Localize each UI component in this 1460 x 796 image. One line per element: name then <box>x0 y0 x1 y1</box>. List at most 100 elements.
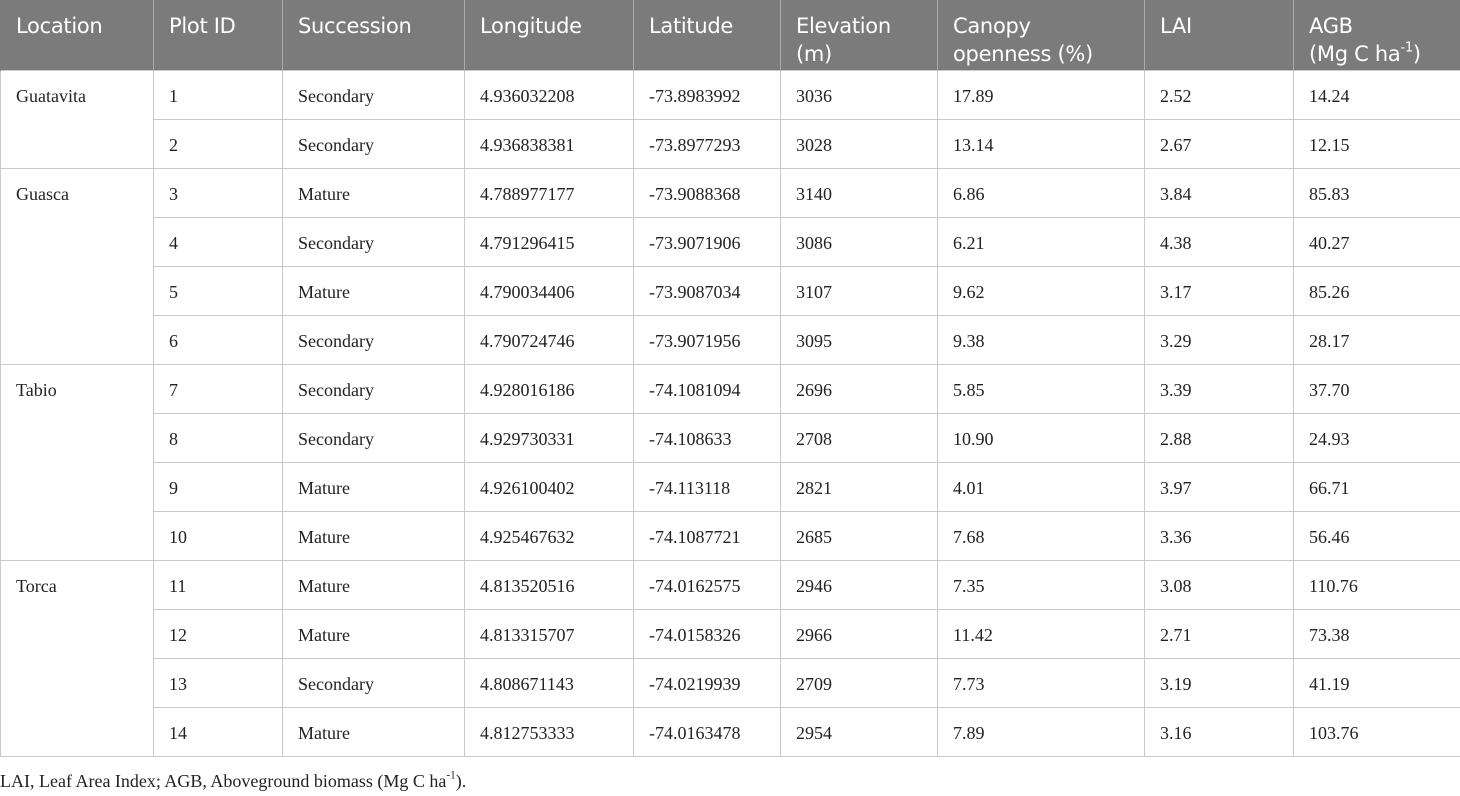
longitude-cell: 4.812753333 <box>464 706 634 757</box>
canopy-openness-cell: 4.01 <box>937 461 1145 512</box>
lai-cell: 2.88 <box>1144 412 1294 463</box>
lai-cell: 3.08 <box>1144 559 1294 610</box>
table-row: Tabio 7 Secondary 4.928016186 -74.1081094 269… <box>0 363 1460 561</box>
plot-id-cell: 11 <box>153 559 283 610</box>
plot-id-cell: 9 <box>153 461 283 512</box>
agb-cell: 40.27 <box>1293 216 1460 267</box>
latitude-cell: -74.0162575 <box>633 559 781 610</box>
succession-cell: Mature <box>282 265 465 316</box>
plot-id-cell: 7 <box>153 363 283 414</box>
canopy-openness-cell: 7.68 <box>937 510 1145 561</box>
column-header-longitude: Longitude <box>464 0 634 70</box>
column-header-canopy-openness: Canopy openness (%) <box>937 0 1145 70</box>
elevation-cell: 3095 <box>780 314 938 365</box>
plot-id-cell: 5 <box>153 265 283 316</box>
latitude-cell: -74.0219939 <box>633 657 781 708</box>
agb-cell: 66.71 <box>1293 461 1460 512</box>
location-cell: Torca <box>0 559 154 757</box>
succession-cell: Secondary <box>282 216 465 267</box>
latitude-cell: -74.108633 <box>633 412 781 463</box>
table-row: 13 Secondary 4.808671143 -74.0219939 2709 7.7… <box>1 657 1460 708</box>
header-row: Location Plot ID Succession Longitude Latitu… <box>0 0 1460 70</box>
canopy-openness-cell: 9.38 <box>937 314 1145 365</box>
header-label: Elevation <box>796 14 891 38</box>
succession-cell: Secondary <box>282 657 465 708</box>
agb-cell: 28.17 <box>1293 314 1460 365</box>
succession-cell: Mature <box>282 461 465 512</box>
succession-cell: Mature <box>282 706 465 757</box>
column-header-latitude: Latitude <box>633 0 781 70</box>
agb-cell: 103.76 <box>1293 706 1460 757</box>
succession-cell: Secondary <box>282 118 465 169</box>
lai-cell: 3.97 <box>1144 461 1294 512</box>
lai-cell: 3.19 <box>1144 657 1294 708</box>
plot-id-cell: 1 <box>153 69 283 120</box>
agb-cell: 85.83 <box>1293 167 1460 218</box>
table-row: 10 Mature 4.925467632 -74.1087721 2685 7.68 3.… <box>1 510 1460 561</box>
agb-cell: 73.38 <box>1293 608 1460 659</box>
latitude-cell: -74.113118 <box>633 461 781 512</box>
plot-id-cell: 2 <box>153 118 283 169</box>
table-row: 6 Secondary 4.790724746 -73.9071956 3095 9.38… <box>1 314 1460 365</box>
plot-id-cell: 8 <box>153 412 283 463</box>
latitude-cell: -73.9088368 <box>633 167 781 218</box>
column-header-plot-id: Plot ID <box>153 0 283 70</box>
plot-id-cell: 14 <box>153 706 283 757</box>
agb-cell: 12.15 <box>1293 118 1460 169</box>
plot-id-cell: 3 <box>153 167 283 218</box>
header-label: Canopy <box>953 14 1031 38</box>
header-unit: (m) <box>796 42 832 66</box>
latitude-cell: -74.1081094 <box>633 363 781 414</box>
elevation-cell: 3036 <box>780 69 938 120</box>
canopy-openness-cell: 6.86 <box>937 167 1145 218</box>
table-row: 4 Secondary 4.791296415 -73.9071906 3086 6.21… <box>1 216 1460 267</box>
latitude-cell: -74.1087721 <box>633 510 781 561</box>
canopy-openness-cell: 7.35 <box>937 559 1145 610</box>
longitude-cell: 4.790034406 <box>464 265 634 316</box>
table-row: 2 Secondary 4.936838381 -73.8977293 3028 13.1… <box>1 118 1460 169</box>
canopy-openness-cell: 13.14 <box>937 118 1145 169</box>
lai-cell: 3.16 <box>1144 706 1294 757</box>
longitude-cell: 4.788977177 <box>464 167 634 218</box>
header-label: Longitude <box>480 14 582 38</box>
column-header-agb: AGB (Mg C ha-1) <box>1293 0 1460 70</box>
succession-cell: Mature <box>282 167 465 218</box>
column-header-elevation: Elevation (m) <box>780 0 938 70</box>
table-row: Torca 11 Mature 4.813520516 -74.0162575 2946 7… <box>0 559 1460 757</box>
header-label: Location <box>16 14 103 38</box>
footnote-after: ). <box>455 771 467 791</box>
canopy-openness-cell: 17.89 <box>937 69 1145 120</box>
plot-id-cell: 10 <box>153 510 283 561</box>
table-body: Guatavita 1 Secondary 4.936032208 -73.898399… <box>0 69 1460 757</box>
elevation-cell: 2821 <box>780 461 938 512</box>
longitude-cell: 4.925467632 <box>464 510 634 561</box>
table-row: 8 Secondary 4.929730331 -74.108633 2708 10.90… <box>1 412 1460 463</box>
column-header-succession: Succession <box>282 0 465 70</box>
agb-cell: 14.24 <box>1293 69 1460 120</box>
elevation-cell: 3107 <box>780 265 938 316</box>
footnote-superscript: -1 <box>446 769 456 782</box>
succession-cell: Secondary <box>282 69 465 120</box>
location-cell: Tabio <box>0 363 154 561</box>
location-cell: Guasca <box>0 167 154 365</box>
table-row: 9 Mature 4.926100402 -74.113118 2821 4.01 3.97… <box>1 461 1460 512</box>
header-label: LAI <box>1160 14 1192 38</box>
agb-cell: 37.70 <box>1293 363 1460 414</box>
lai-cell: 3.17 <box>1144 265 1294 316</box>
succession-cell: Mature <box>282 608 465 659</box>
lai-cell: 3.39 <box>1144 363 1294 414</box>
succession-cell: Mature <box>282 510 465 561</box>
canopy-openness-cell: 7.73 <box>937 657 1145 708</box>
elevation-cell: 2708 <box>780 412 938 463</box>
header-label: Plot ID <box>169 14 236 38</box>
lai-cell: 3.36 <box>1144 510 1294 561</box>
agb-cell: 110.76 <box>1293 559 1460 610</box>
agb-cell: 24.93 <box>1293 412 1460 463</box>
elevation-cell: 2709 <box>780 657 938 708</box>
lai-cell: 2.52 <box>1144 69 1294 120</box>
lai-cell: 4.38 <box>1144 216 1294 267</box>
header-unit: openness (%) <box>953 42 1093 66</box>
plot-id-cell: 4 <box>153 216 283 267</box>
agb-cell: 85.26 <box>1293 265 1460 316</box>
header-label: AGB <box>1309 14 1353 38</box>
